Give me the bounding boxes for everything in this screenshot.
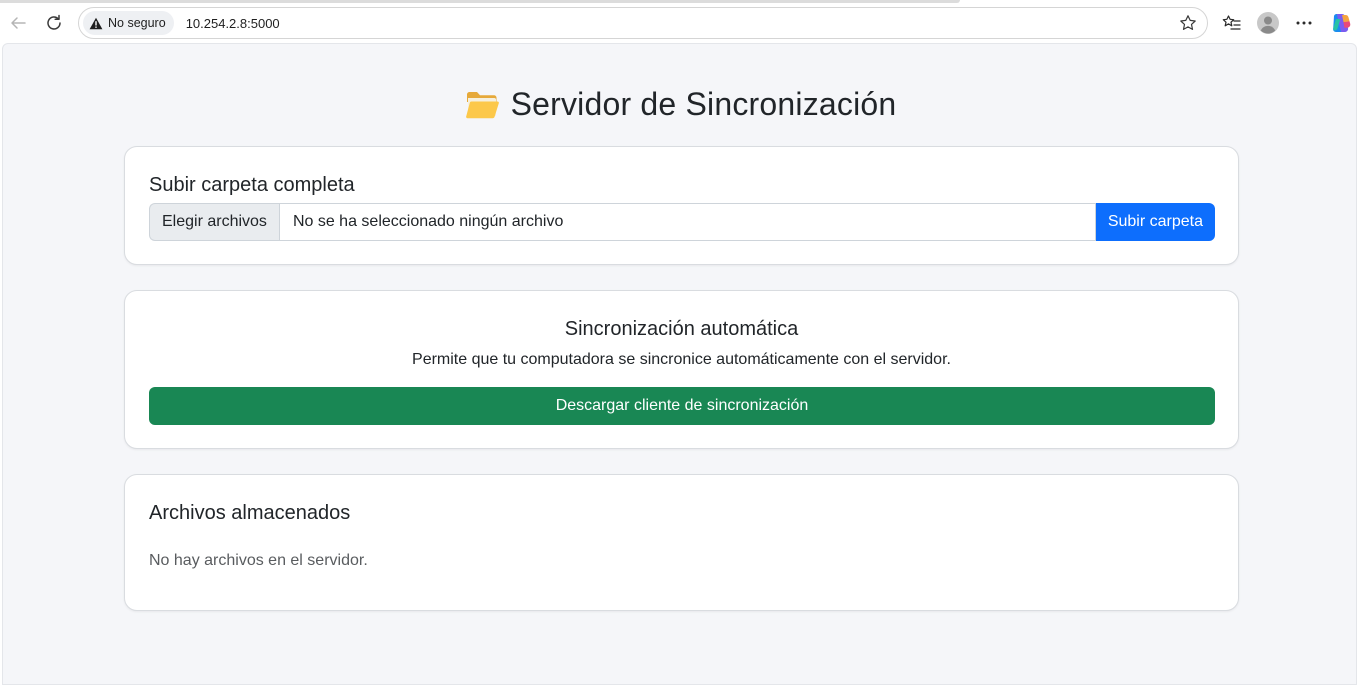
file-selection-status[interactable]: No se ha seleccionado ningún archivo — [278, 203, 1096, 241]
reload-button[interactable] — [39, 8, 69, 38]
files-card-title: Archivos almacenados — [149, 502, 351, 524]
browser-toolbar: No seguro 10.254.2.8:5000 — [0, 0, 1359, 44]
upload-folder-button[interactable]: Subir carpeta — [1095, 203, 1215, 241]
back-button[interactable] — [3, 8, 33, 38]
copilot-button[interactable] — [1327, 9, 1355, 37]
back-arrow-icon — [11, 17, 26, 29]
download-client-button[interactable]: Descargar cliente de sincronización — [149, 387, 1215, 425]
warning-icon — [89, 17, 103, 29]
url-text[interactable]: 10.254.2.8:5000 — [186, 16, 280, 31]
copilot-icon — [1333, 14, 1351, 32]
security-indicator[interactable]: No seguro — [83, 11, 174, 35]
address-bar[interactable]: No seguro 10.254.2.8:5000 — [78, 7, 1208, 39]
page-header: Servidor de Sincronización — [3, 86, 1358, 123]
upload-form: Elegir archivos No se ha seleccionado ni… — [149, 203, 1215, 241]
choose-files-button[interactable]: Elegir archivos — [149, 203, 279, 241]
tab-strip-edge — [0, 0, 960, 3]
sync-description: Permite que tu computadora se sincronice… — [412, 351, 951, 368]
favorite-star-button[interactable] — [1177, 12, 1199, 34]
folder-open-icon — [465, 91, 499, 118]
favorites-button[interactable] — [1218, 9, 1246, 37]
page-viewport: Servidor de Sincronización Subir carpeta… — [2, 43, 1357, 685]
security-label: No seguro — [108, 16, 166, 30]
upload-card-title: Subir carpeta completa — [149, 174, 355, 196]
star-icon — [1180, 15, 1196, 30]
more-options-button[interactable] — [1290, 9, 1318, 37]
favorites-icon — [1222, 15, 1241, 30]
files-card: Archivos almacenados No hay archivos en … — [124, 474, 1239, 611]
more-icon — [1296, 21, 1312, 25]
profile-button[interactable] — [1254, 9, 1282, 37]
sync-card-title: Sincronización automática — [564, 318, 799, 340]
upload-card: Subir carpeta completa Elegir archivos N… — [124, 146, 1239, 265]
files-empty-message: No hay archivos en el servidor. — [149, 552, 368, 569]
page-title: Servidor de Sincronización — [510, 86, 897, 122]
profile-icon — [1257, 12, 1279, 34]
reload-icon — [47, 14, 61, 30]
sync-card: Sincronización automática Permite que tu… — [124, 290, 1239, 449]
